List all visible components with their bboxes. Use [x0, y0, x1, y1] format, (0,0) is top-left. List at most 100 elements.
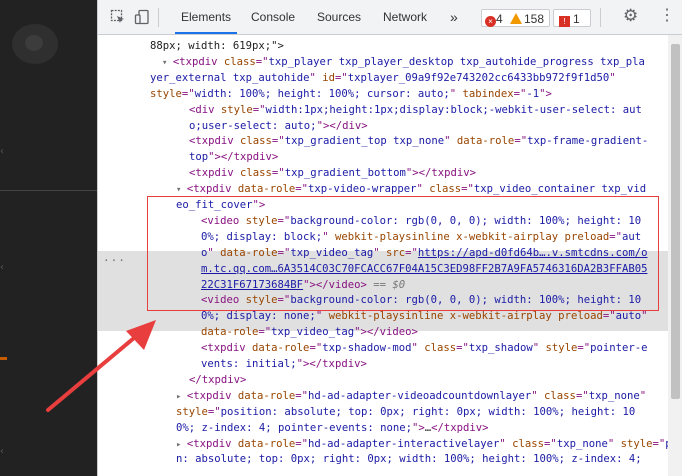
issues-count: ! 1	[559, 11, 580, 27]
code-token: <txpdiv	[189, 135, 241, 148]
warning-count: 158	[510, 11, 544, 27]
dom-node-line[interactable]: ▾ <txpdiv class="txp_player txp_player_d…	[162, 55, 645, 72]
code-token: data-role	[456, 135, 515, 148]
tab-console[interactable]: Console	[251, 0, 295, 34]
expand-triangle-icon[interactable]: ▾	[162, 58, 173, 68]
tab-elements[interactable]: Elements	[174, 0, 238, 34]
dom-node-line[interactable]: n: absolute; top: 0px; right: 0px; width…	[176, 452, 642, 468]
code-token: ="	[544, 437, 557, 450]
code-token: pointer-e	[590, 342, 648, 355]
code-token: txp-video-wrapper	[308, 183, 417, 196]
dom-node-line[interactable]: <txpdiv class="txp_gradient_top txp_none…	[189, 134, 648, 150]
expand-triangle-icon[interactable]: ▾	[176, 185, 187, 195]
code-token[interactable]: https://apd-d0fd64b….v.smtcdns.com/o	[418, 247, 648, 259]
code-token: "	[416, 183, 430, 196]
dom-node-line[interactable]: <div style="width:1px;height:1px;display…	[189, 103, 642, 119]
code-token: ="	[456, 342, 469, 355]
code-token: style	[176, 405, 208, 418]
code-token: txp_shadow	[468, 342, 533, 355]
code-token: yer_external txp_autohide	[150, 71, 310, 84]
code-token: </txpdiv>	[189, 373, 247, 386]
code-token: ="	[461, 183, 474, 196]
code-token: ="	[252, 103, 266, 116]
inspect-element-icon[interactable]	[110, 9, 126, 25]
code-token: "	[607, 437, 621, 450]
dom-node-line[interactable]: top"></txpdiv>	[189, 150, 278, 166]
code-token: "></txpdiv>	[208, 151, 279, 164]
code-token: background-color: rgb(0, 0, 0); width: 1…	[290, 214, 642, 227]
code-token: webkit-playsinline x-webkit-airplay prel…	[334, 230, 610, 243]
code-token: "	[411, 342, 425, 355]
code-token: "	[499, 437, 513, 450]
expand-triangle-icon[interactable]: ▸	[176, 440, 187, 450]
dom-node-line[interactable]: ▸ <txpdiv data-role="hd-ad-adapter-video…	[176, 389, 646, 406]
code-token: txplayer_09a9f92e743202cc6433bb972f9f1d5…	[347, 71, 610, 84]
dom-node-line[interactable]: 0%; z-index: 4; pointer-events: none;">……	[176, 421, 489, 437]
code-token: ="	[309, 342, 323, 355]
more-tabs-button[interactable]: »	[450, 0, 458, 34]
code-token: 0%; display: none;	[201, 310, 316, 323]
dom-node-line[interactable]: 0%; display: block;" webkit-playsinline …	[201, 230, 641, 246]
dom-node-line[interactable]: <video style="background-color: rgb(0, 0…	[201, 214, 641, 230]
code-token: style	[245, 214, 278, 227]
code-token: == $0	[366, 278, 406, 291]
tab-sources[interactable]: Sources	[317, 0, 361, 34]
code-token: <div	[189, 103, 221, 116]
code-token: "	[531, 389, 545, 402]
expand-triangle-icon[interactable]: ▸	[176, 392, 187, 402]
dom-node-line[interactable]: <txpdiv class="txp_gradient_bottom"></tx…	[189, 166, 476, 182]
warning-count-label: 158	[524, 12, 545, 26]
code-token: n: absolute; top: 0px; right: 0px; width…	[176, 453, 642, 466]
code-token: ="	[405, 246, 418, 259]
code-token: <txpdiv	[172, 55, 224, 68]
dom-node-line[interactable]: ▾ <txpdiv data-role="txp-video-wrapper" …	[176, 182, 646, 199]
code-token: ="	[271, 167, 285, 180]
code-token: txp_video_tag	[271, 326, 355, 339]
code-token: width: 100%; height: 100%; cursor: auto;	[194, 87, 450, 100]
dom-node-line[interactable]: ▸ <txpdiv data-role="hd-ad-adapter-inter…	[176, 437, 668, 454]
toolbar-separator	[600, 8, 601, 27]
code-token: ="	[277, 246, 291, 259]
dom-node-line[interactable]: data-role="txp_video_tag"></video>	[201, 325, 418, 341]
code-token: class	[544, 389, 576, 402]
device-toolbar-icon[interactable]	[134, 9, 150, 25]
code-token: data-role	[220, 246, 278, 259]
warning-icon	[510, 13, 522, 24]
code-token: tabindex	[462, 87, 514, 100]
gear-icon[interactable]: ⚙	[623, 7, 638, 24]
code-token: "	[641, 310, 648, 323]
code-token: position: absolute; top: 0px; right: 0px…	[220, 405, 636, 418]
code-token: ="	[258, 326, 272, 339]
code-token: "	[207, 246, 221, 259]
code-token: webkit-playsinline x-webkit-airplay prel…	[328, 310, 603, 323]
code-token: ="	[295, 183, 309, 196]
dom-node-line[interactable]: <txpdiv data-role="txp-shadow-mod" class…	[201, 341, 648, 357]
code-token: data-role	[237, 183, 296, 196]
scrollbar-thumb[interactable]	[671, 44, 680, 399]
dom-node-line[interactable]: yer_external txp_autohide" id="txplayer_…	[150, 71, 616, 87]
dom-node-line[interactable]: o;user-select: auto;"></div>	[189, 119, 368, 135]
code-token: data-role	[252, 342, 310, 355]
tab-network[interactable]: Network	[383, 0, 427, 34]
dom-node-line[interactable]: <video style="background-color: rgb(0, 0…	[201, 293, 641, 309]
dom-node-line[interactable]: style="position: absolute; top: 0px; rig…	[176, 405, 635, 421]
code-token[interactable]: m.tc.qq.com…6A3514C03C70FCACC67F04A15C3E…	[201, 263, 647, 275]
error-icon: ×	[485, 16, 496, 27]
dom-node-line[interactable]: style="width: 100%; height: 100%; cursor…	[150, 87, 552, 103]
dom-node-line[interactable]: vents: initial;"></txpdiv>	[201, 357, 367, 373]
dom-node-line[interactable]: o" data-role="txp_video_tag" src="https:…	[201, 246, 648, 262]
code-token[interactable]: 22C31F67173684BF	[201, 279, 303, 291]
code-token: txp_gradient_top txp_none	[284, 135, 445, 148]
dom-node-line[interactable]: 88px; width: 619px;">	[150, 39, 284, 55]
dom-node-line[interactable]: 0%; display: none; " webkit-playsinline x…	[201, 309, 648, 325]
chevron-left-icon: ‹	[0, 262, 4, 273]
code-token: "></txpdiv>	[296, 358, 367, 370]
dom-node-line[interactable]: </txpdiv>	[189, 373, 246, 389]
code-token: <txpdiv	[201, 342, 253, 355]
dom-node-line[interactable]: m.tc.qq.com…6A3514C03C70FCACC67F04A15C3E…	[201, 262, 647, 278]
dom-node-line[interactable]: eo_fit_cover">	[176, 198, 265, 214]
node-actions-ellipsis[interactable]: ···	[103, 253, 126, 269]
dom-node-line[interactable]: 22C31F67173684BF"></video> == $0	[201, 278, 405, 294]
code-token: ">	[539, 87, 552, 100]
kebab-menu-icon[interactable]: ⋮	[659, 8, 675, 24]
